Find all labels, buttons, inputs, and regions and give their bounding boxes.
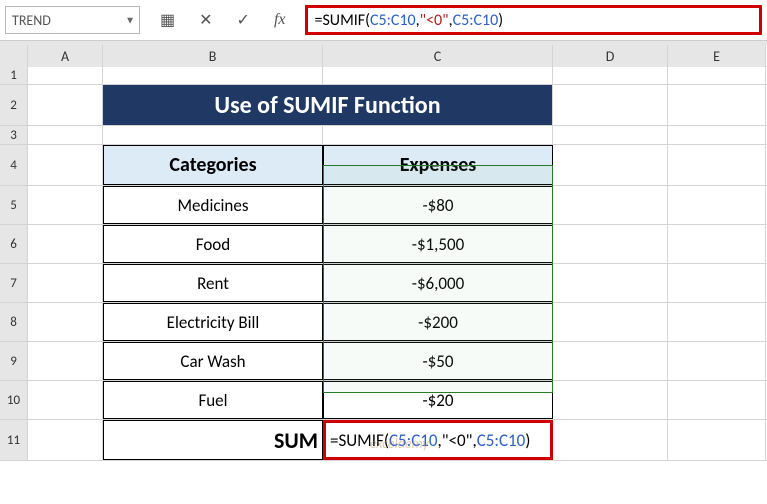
- cell[interactable]: [28, 420, 103, 460]
- chevron-down-icon[interactable]: ▼: [125, 14, 135, 27]
- cell[interactable]: [553, 67, 668, 84]
- cell-category[interactable]: Electricity Bill: [103, 303, 323, 341]
- row-header-3[interactable]: 3: [0, 126, 28, 144]
- row-header-7[interactable]: 7: [0, 264, 28, 302]
- col-header-B[interactable]: B: [103, 45, 323, 67]
- sum-formula-cell[interactable]: =SUMIF(C5:C10,"<0",C5:C10): [323, 420, 553, 460]
- cell[interactable]: [668, 303, 766, 341]
- row-10: 10 Fuel -$20: [0, 381, 767, 420]
- cell-expense[interactable]: -$80: [323, 186, 553, 224]
- cell-category[interactable]: Medicines: [103, 186, 323, 224]
- cell[interactable]: [668, 145, 766, 185]
- row-header-8[interactable]: 8: [0, 303, 28, 341]
- cell[interactable]: [28, 186, 103, 224]
- row-7: 7 Rent -$6,000: [0, 264, 767, 303]
- header-categories[interactable]: Categories: [103, 145, 323, 185]
- cell[interactable]: [553, 225, 668, 263]
- cell[interactable]: [668, 225, 766, 263]
- cancel-icon[interactable]: ✕: [199, 10, 212, 30]
- cell[interactable]: [668, 264, 766, 302]
- cell[interactable]: [553, 420, 668, 460]
- cell[interactable]: [553, 342, 668, 380]
- cell[interactable]: [553, 126, 668, 144]
- cell[interactable]: [553, 303, 668, 341]
- cell[interactable]: [323, 126, 553, 144]
- col-header-A[interactable]: A: [28, 45, 103, 67]
- cell[interactable]: [668, 342, 766, 380]
- row-6: 6 Food -$1,500: [0, 225, 767, 264]
- sum-label[interactable]: SUM: [103, 420, 323, 460]
- header-expenses[interactable]: Expenses: [323, 145, 553, 185]
- cell[interactable]: [668, 67, 766, 84]
- cell-expense[interactable]: -$200: [323, 303, 553, 341]
- row-header-2[interactable]: 2: [0, 85, 28, 125]
- formula-input[interactable]: =SUMIF(C5:C10,"<0",C5:C10): [305, 5, 762, 35]
- cell-expense[interactable]: -$20: [323, 381, 553, 419]
- fx-icon[interactable]: fx: [274, 11, 286, 29]
- cell[interactable]: [28, 264, 103, 302]
- cell[interactable]: [668, 85, 766, 125]
- cell-expense[interactable]: -$6,000: [323, 264, 553, 302]
- cell[interactable]: [28, 67, 103, 84]
- row-4: 4 Categories Expenses: [0, 145, 767, 186]
- cell[interactable]: [28, 303, 103, 341]
- column-header-row: A B C D E: [0, 45, 767, 67]
- cell[interactable]: [28, 342, 103, 380]
- row-3: 3: [0, 126, 767, 145]
- cell[interactable]: [28, 85, 103, 125]
- name-box-value: TREND: [12, 12, 51, 29]
- cell[interactable]: [28, 381, 103, 419]
- row-header-4[interactable]: 4: [0, 145, 28, 185]
- row-header-10[interactable]: 10: [0, 381, 28, 419]
- col-header-E[interactable]: E: [668, 45, 766, 67]
- cell[interactable]: [323, 67, 553, 84]
- col-header-C[interactable]: C: [323, 45, 553, 67]
- table-icon[interactable]: ▦: [160, 10, 175, 30]
- cell-expense[interactable]: -$1,500: [323, 225, 553, 263]
- row-2: 2 Use of SUMIF Function: [0, 85, 767, 126]
- row-5: 5 Medicines -$80: [0, 186, 767, 225]
- cell-category[interactable]: Car Wash: [103, 342, 323, 380]
- formula-bar-icons: ▦ ✕ ✓ fx: [140, 10, 305, 30]
- row-header-11[interactable]: 11: [0, 420, 28, 460]
- cell[interactable]: [28, 145, 103, 185]
- cell[interactable]: [103, 126, 323, 144]
- cell[interactable]: [553, 381, 668, 419]
- cell[interactable]: [28, 126, 103, 144]
- row-8: 8 Electricity Bill -$200: [0, 303, 767, 342]
- row-1: 1: [0, 67, 767, 85]
- row-11: 11 SUM =SUMIF(C5:C10,"<0",C5:C10): [0, 420, 767, 461]
- cell[interactable]: [553, 145, 668, 185]
- cell-category[interactable]: Fuel: [103, 381, 323, 419]
- cell[interactable]: [668, 126, 766, 144]
- formula-text: =SUMIF(C5:C10,"<0",C5:C10): [314, 11, 503, 30]
- cell-formula-text: =SUMIF(C5:C10,"<0",C5:C10): [330, 430, 530, 451]
- worksheet-grid[interactable]: A B C D E 1 2 Use of SUMIF Function 3 4 …: [0, 45, 767, 461]
- cell[interactable]: [553, 264, 668, 302]
- cell[interactable]: [553, 186, 668, 224]
- cell[interactable]: [668, 420, 766, 460]
- cell[interactable]: [103, 67, 323, 84]
- name-box[interactable]: TREND ▼: [5, 6, 140, 34]
- row-header-5[interactable]: 5: [0, 186, 28, 224]
- formula-bar: TREND ▼ ▦ ✕ ✓ fx =SUMIF(C5:C10,"<0",C5:C…: [0, 0, 767, 40]
- row-header-9[interactable]: 9: [0, 342, 28, 380]
- cell[interactable]: [553, 85, 668, 125]
- cell[interactable]: [668, 186, 766, 224]
- cell[interactable]: [668, 381, 766, 419]
- select-all-corner[interactable]: [0, 45, 28, 67]
- row-header-6[interactable]: 6: [0, 225, 28, 263]
- enter-icon[interactable]: ✓: [237, 10, 250, 30]
- cell-category[interactable]: Rent: [103, 264, 323, 302]
- cell[interactable]: [28, 225, 103, 263]
- cell-category[interactable]: Food: [103, 225, 323, 263]
- row-9: 9 Car Wash -$50: [0, 342, 767, 381]
- col-header-D[interactable]: D: [553, 45, 668, 67]
- cell-expense[interactable]: -$50: [323, 342, 553, 380]
- title-cell[interactable]: Use of SUMIF Function: [103, 85, 553, 125]
- row-header-1[interactable]: 1: [0, 67, 28, 84]
